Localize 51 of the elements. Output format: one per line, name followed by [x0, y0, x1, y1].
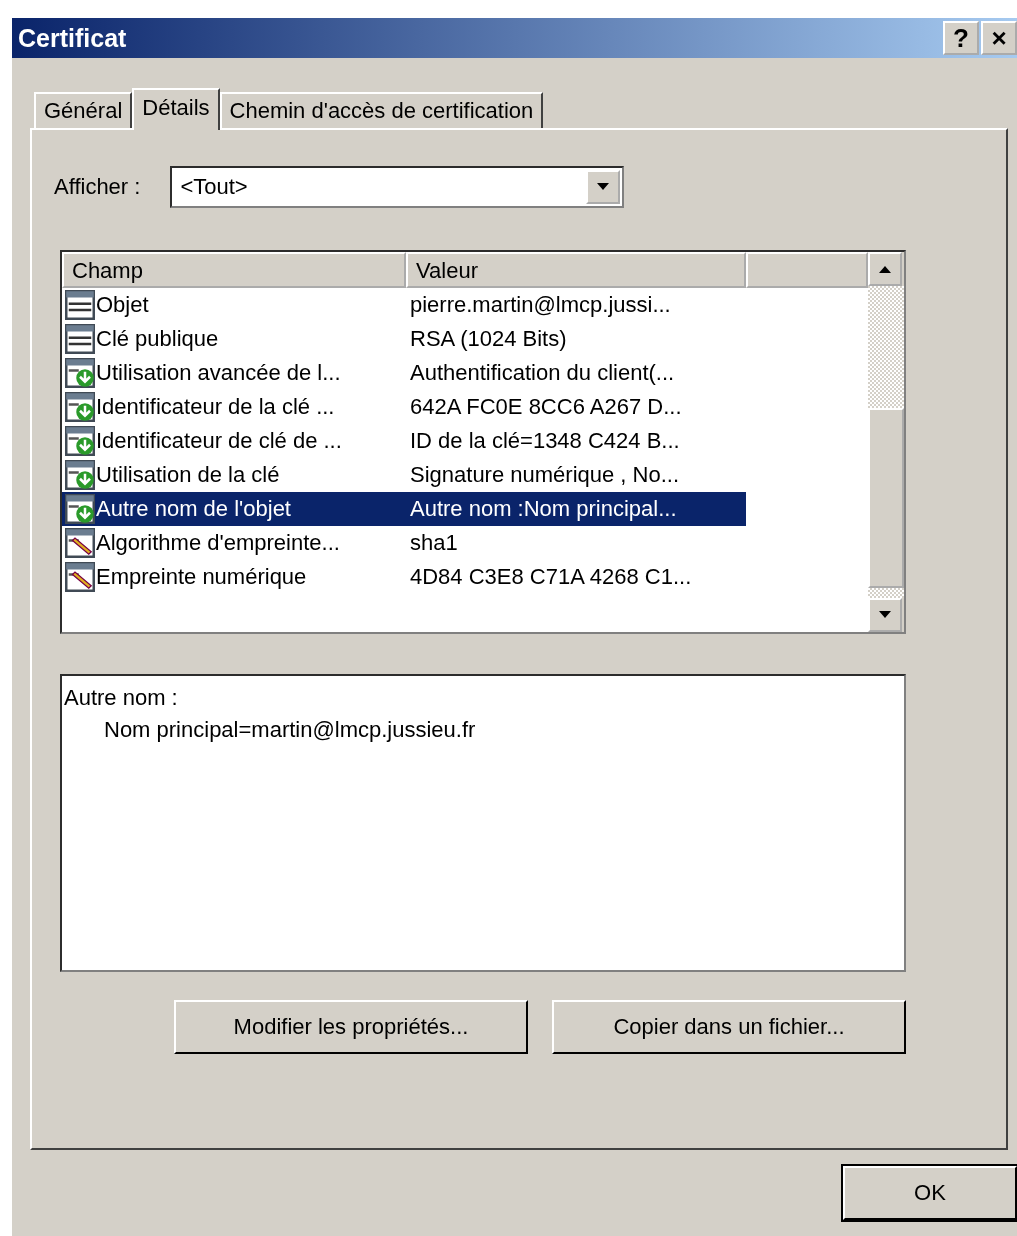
- scrollbar[interactable]: [868, 252, 904, 632]
- list-row[interactable]: Algorithme d'empreinte... sha1: [62, 526, 746, 560]
- list-row[interactable]: Clé publique RSA (1024 Bits): [62, 322, 746, 356]
- tab[interactable]: Détails: [132, 88, 220, 130]
- list-row[interactable]: Autre nom de l'objet Autre nom :Nom principal...: [62, 492, 746, 526]
- field-name: Identificateur de clé de ...: [96, 428, 343, 454]
- action-button[interactable]: Copier dans un fichier...: [552, 1000, 906, 1054]
- field-value: Autre nom :Nom principal...: [410, 496, 677, 522]
- field-value: 642A FC0E 8CC6 A267 D...: [410, 394, 682, 420]
- field-name: Objet: [96, 292, 150, 318]
- field-value: 4D84 C3E8 C71A 4268 C1...: [410, 564, 692, 590]
- field-name: Autre nom de l'objet: [96, 496, 292, 522]
- field-value: Signature numérique , No...: [410, 462, 680, 488]
- document-icon: [64, 290, 96, 320]
- field-value: Authentification du client(...: [410, 360, 675, 386]
- tab[interactable]: Chemin d'accès de certification: [219, 92, 544, 128]
- scroll-up-icon[interactable]: [868, 252, 902, 286]
- scroll-down-icon[interactable]: [868, 598, 902, 632]
- list-row[interactable]: Objet pierre.martin@lmcp.jussi...: [62, 288, 746, 322]
- field-value: pierre.martin@lmcp.jussi...: [410, 292, 671, 318]
- field-name: Empreinte numérique: [96, 564, 308, 590]
- scroll-thumb[interactable]: [868, 408, 904, 588]
- help-button[interactable]: ?: [943, 21, 979, 55]
- document-icon: [64, 324, 96, 354]
- field-name: Clé publique: [96, 326, 220, 352]
- tab[interactable]: Général: [34, 92, 133, 128]
- list-row[interactable]: Utilisation avancée de l... Authentification du client(...: [62, 356, 746, 390]
- detail-text-box[interactable]: Autre nom : Nom principal=martin@lmcp.jussieu.fr: [60, 674, 906, 972]
- detail-line: Nom principal=martin@lmcp.jussieu.fr: [103, 716, 477, 744]
- window-title: Certificat: [18, 23, 127, 53]
- field-name: Algorithme d'empreinte...: [96, 530, 341, 556]
- list-row[interactable]: Identificateur de la clé ... 642A FC0E 8CC6 A267 D...: [62, 390, 746, 424]
- close-button[interactable]: ×: [981, 21, 1017, 55]
- list-row[interactable]: Utilisation de la clé Signature numérique , No...: [62, 458, 746, 492]
- field-value: sha1: [410, 530, 458, 556]
- show-label: Afficher :: [54, 174, 141, 200]
- ok-button[interactable]: OK: [843, 1166, 1017, 1220]
- column-header[interactable]: Valeur: [406, 252, 746, 288]
- list-row[interactable]: Empreinte numérique 4D84 C3E8 C71A 4268 C1...: [62, 560, 746, 594]
- field-value: ID de la clé=1348 C424 B...: [410, 428, 680, 454]
- pencil-icon: [64, 528, 96, 558]
- action-button[interactable]: Modifier les propriétés...: [174, 1000, 528, 1054]
- field-name: Identificateur de la clé ...: [96, 394, 336, 420]
- pencil-icon: [64, 562, 96, 592]
- column-header[interactable]: Champ: [62, 252, 406, 288]
- field-name: Utilisation avancée de l...: [96, 360, 342, 386]
- detail-line: Autre nom :: [64, 684, 179, 712]
- field-value: RSA (1024 Bits): [410, 326, 567, 352]
- field-name: Utilisation de la clé: [96, 462, 281, 488]
- show-dropdown[interactable]: <Tout>: [170, 166, 625, 208]
- list-row[interactable]: Identificateur de clé de ... ID de la clé=1348 C424 B...: [62, 424, 746, 458]
